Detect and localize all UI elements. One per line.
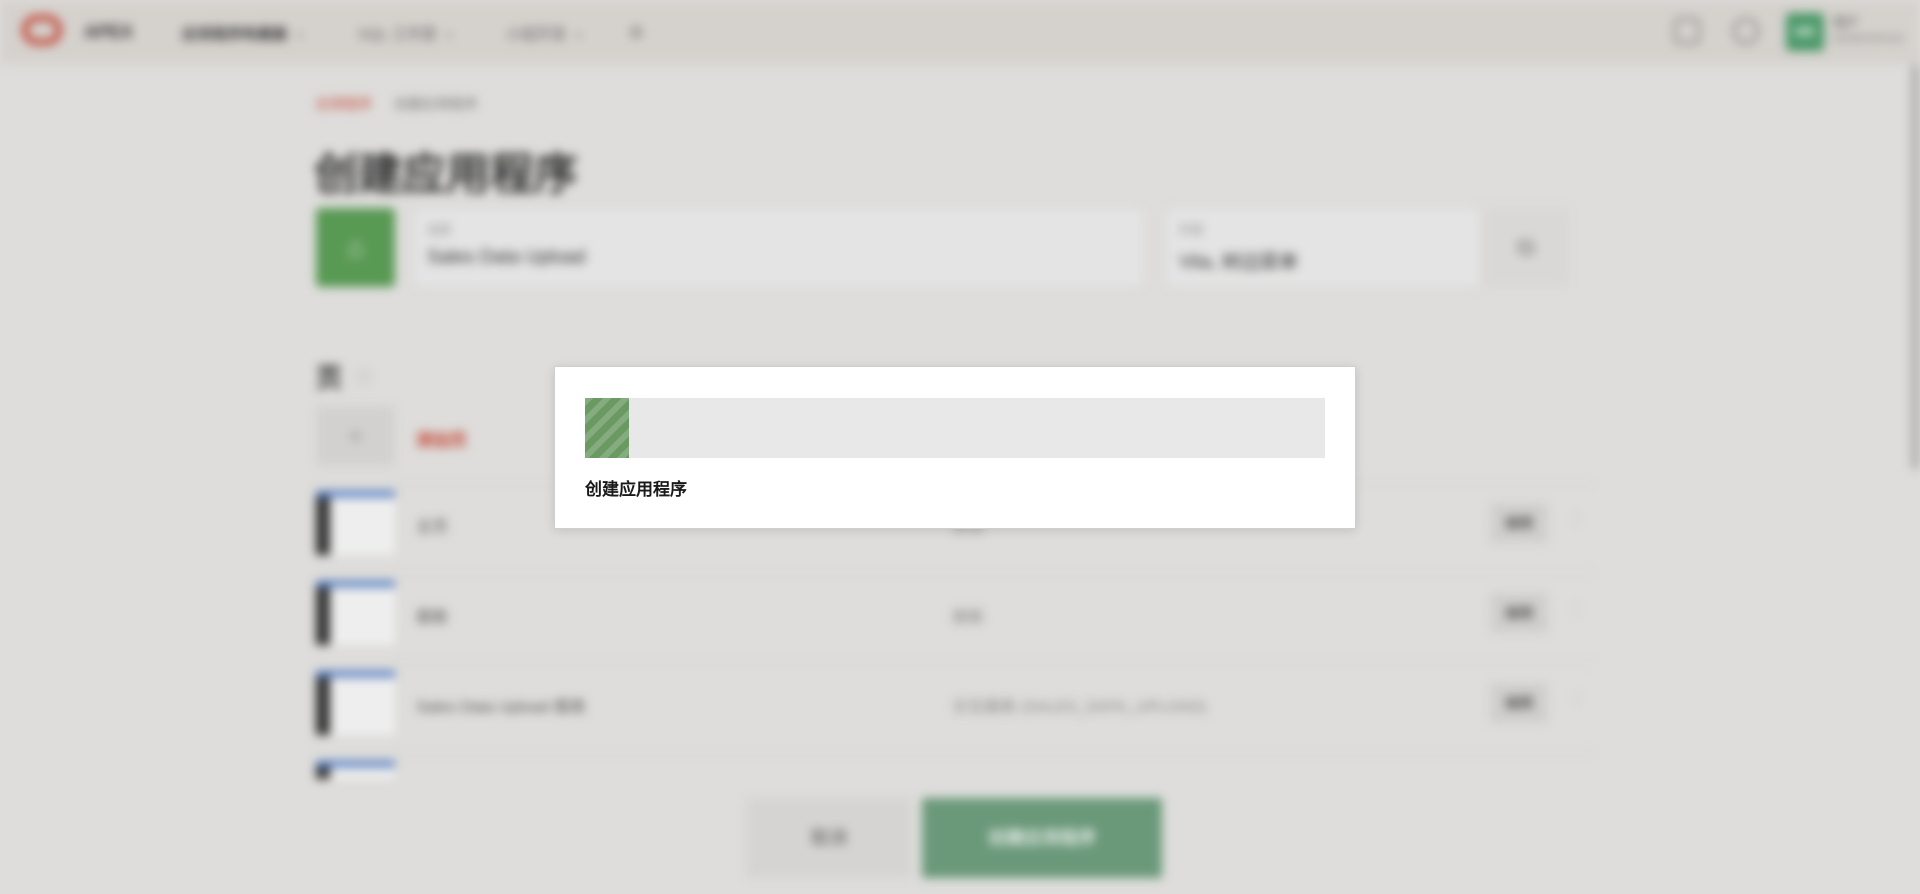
progress-dialog: 创建应用程序	[554, 366, 1356, 529]
progress-message: 创建应用程序	[585, 480, 687, 499]
progress-bar-fill	[585, 398, 630, 458]
progress-bar	[585, 398, 1325, 458]
